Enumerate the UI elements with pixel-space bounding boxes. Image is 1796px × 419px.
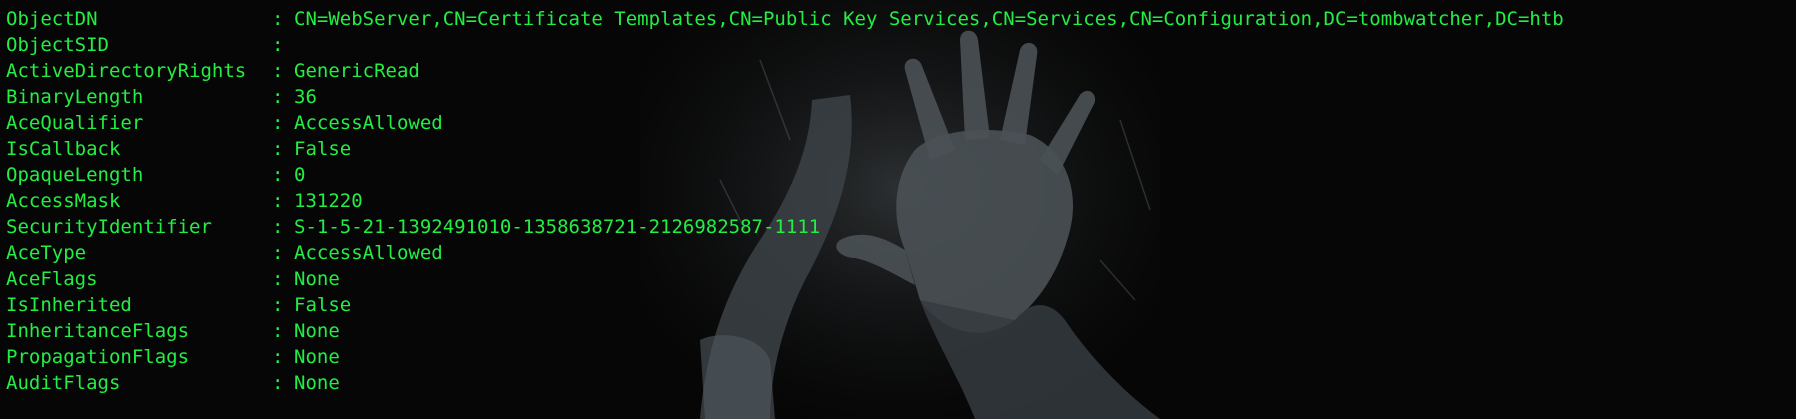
property-name: AccessMask [6,190,121,212]
property-value: None [294,320,340,342]
property-name: ActiveDirectoryRights [6,60,247,82]
property-value: 0 [294,164,306,186]
property-value: GenericRead [294,60,420,82]
property-name: AceFlags [6,268,98,290]
ace-property-row: OpaqueLength:0 [6,162,1796,188]
property-name: OpaqueLength [6,164,144,186]
property-name: SecurityIdentifier [6,216,212,238]
property-name: ObjectSID [6,34,109,56]
separator-colon: : [272,242,284,264]
property-name: IsCallback [6,138,121,160]
property-value: None [294,268,340,290]
property-value: 36 [294,86,317,108]
ace-property-row: AceQualifier: AccessAllowed [6,110,1796,136]
separator-colon: : [272,294,284,316]
ace-property-row: ObjectSID: [6,32,1796,58]
terminal-window[interactable]: ObjectDN: CN=WebServer,CN=Certificate Tem… [0,0,1796,419]
ace-property-row: SecurityIdentifier: S-1-5-21-1392491010-1… [6,214,1796,240]
property-value: AccessAllowed [294,112,443,134]
command-output[interactable]: ObjectDN: CN=WebServer,CN=Certificate Tem… [0,0,1796,396]
ace-property-row: IsCallback: False [6,136,1796,162]
property-value: None [294,346,340,368]
separator-colon: : [272,190,284,212]
property-value: S-1-5-21-1392491010-1358638721-212698258… [294,216,821,238]
property-value: CN=WebServer,CN=Certificate Templates,CN… [294,8,1564,30]
ace-property-row: ActiveDirectoryRights: GenericRead [6,58,1796,84]
separator-colon: : [272,112,284,134]
ace-property-row: IsInherited: False [6,292,1796,318]
separator-colon: : [272,216,284,238]
separator-colon: : [272,8,284,30]
separator-colon: : [272,34,284,56]
ace-property-row: AceFlags: None [6,266,1796,292]
property-name: AuditFlags [6,372,121,394]
separator-colon: : [272,320,284,342]
property-value: False [294,138,352,160]
ace-property-row: ObjectDN: CN=WebServer,CN=Certificate Tem… [6,6,1796,32]
ace-property-row: InheritanceFlags: None [6,318,1796,344]
separator-colon: : [272,372,284,394]
ace-property-row: BinaryLength:36 [6,84,1796,110]
property-value: None [294,372,340,394]
property-name: IsInherited [6,294,132,316]
property-name: AceType [6,242,87,264]
separator-colon: : [272,346,284,368]
property-name: AceQualifier [6,112,144,134]
ace-property-row: AuditFlags: None [6,370,1796,396]
separator-colon: : [272,60,284,82]
separator-colon: : [272,86,284,108]
separator-colon: : [272,268,284,290]
ace-property-row: AccessMask:131220 [6,188,1796,214]
property-name: BinaryLength [6,86,144,108]
property-value: False [294,294,352,316]
property-name: PropagationFlags [6,346,190,368]
ace-property-row: PropagationFlags: None [6,344,1796,370]
property-name: InheritanceFlags [6,320,190,342]
property-name: ObjectDN [6,8,98,30]
separator-colon: : [272,138,284,160]
separator-colon: : [272,164,284,186]
ace-property-row: AceType: AccessAllowed [6,240,1796,266]
property-value: 131220 [294,190,363,212]
property-value: AccessAllowed [294,242,443,264]
